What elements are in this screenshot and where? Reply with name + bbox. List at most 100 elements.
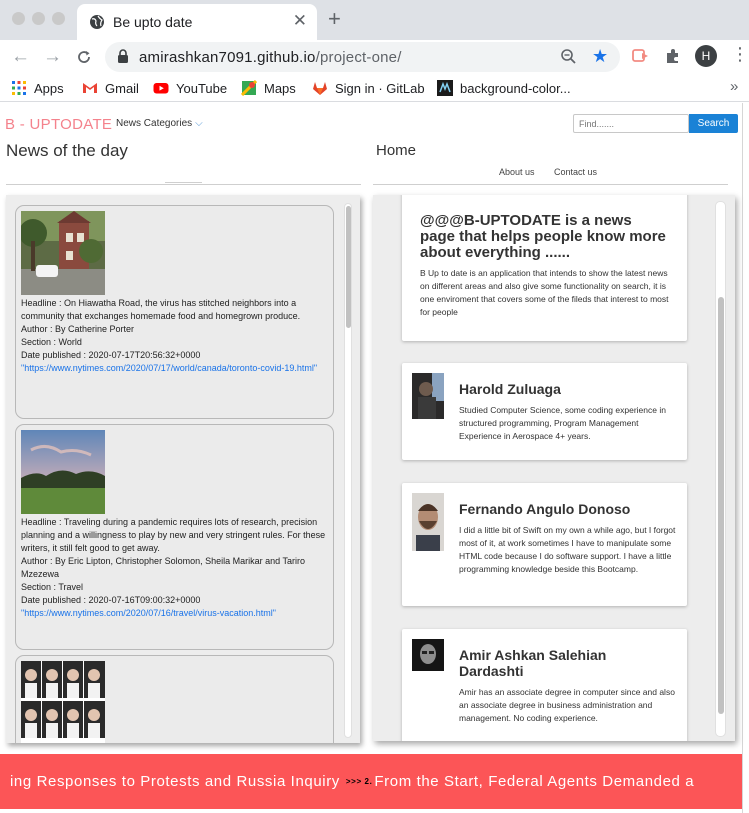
- team-member-name: Harold Zuluaga: [459, 381, 561, 397]
- news-date: Date published : 2020-07-16T09:00:32+000…: [21, 595, 201, 605]
- mdn-icon: [437, 80, 453, 96]
- youtube-icon: [153, 83, 169, 94]
- ticker-headline[interactable]: From the Start, Federal Agents Demanded …: [374, 773, 694, 790]
- tab-close-icon[interactable]: ✕: [293, 11, 307, 31]
- globe-icon: [90, 15, 104, 29]
- team-card: Fernando Angulo Donoso I did a little bi…: [402, 483, 687, 606]
- bookmark-background-color[interactable]: background-color...: [437, 80, 571, 96]
- window-minimize-button[interactable]: [32, 12, 45, 25]
- zoom-out-icon[interactable]: [560, 48, 577, 65]
- divider: [373, 184, 728, 185]
- news-card[interactable]: Headline : Traveling during a pandemic r…: [15, 424, 334, 650]
- url-path: /project-one/: [315, 49, 402, 66]
- brand-logo[interactable]: B - UPTODATE: [5, 116, 112, 133]
- address-bar[interactable]: amirashkan7091.github.io/project-one/ ★: [105, 42, 620, 72]
- forward-icon[interactable]: →: [43, 46, 62, 68]
- back-icon[interactable]: ←: [11, 46, 30, 68]
- contact-us-link[interactable]: Contact us: [554, 167, 597, 177]
- news-section: Section : World: [21, 337, 82, 347]
- bookmark-label: Gmail: [105, 81, 139, 96]
- ticker-text: ing Responses to Protests and Russia Inq…: [10, 773, 694, 790]
- bookmark-apps[interactable]: Apps: [11, 80, 64, 96]
- gmail-icon: [83, 83, 97, 93]
- lock-icon: [118, 49, 128, 63]
- ticker-separator: >>> 2.: [345, 777, 373, 786]
- about-scrollbar[interactable]: [715, 201, 726, 737]
- chevron-down-icon: ⌵: [195, 118, 203, 129]
- url-host: amirashkan7091.github.io: [139, 49, 316, 66]
- news-image-house: [21, 211, 105, 295]
- team-photo-fernando: [412, 493, 444, 551]
- team-member-name: Fernando Angulo Donoso: [459, 501, 631, 517]
- bookmark-star-icon[interactable]: ★: [592, 46, 608, 67]
- news-ticker: ing Responses to Protests and Russia Inq…: [0, 754, 742, 809]
- gitlab-icon: [313, 82, 327, 95]
- bookmark-label: Maps: [264, 81, 296, 96]
- news-image-nuns: [21, 661, 105, 743]
- team-member-bio: Amir has an associate degree in computer…: [459, 687, 675, 723]
- news-categories-label: News Categories: [116, 118, 193, 129]
- bookmark-label: Sign in · GitLab: [335, 81, 425, 96]
- news-card[interactable]: [15, 655, 334, 743]
- news-date: Date published : 2020-07-17T20:56:32+000…: [21, 350, 201, 360]
- scrollbar-thumb[interactable]: [346, 206, 351, 328]
- bookmark-label: Apps: [34, 81, 64, 96]
- bookmarks-bar: Apps Gmail YouTube Maps Sign in · GitLab…: [0, 74, 749, 102]
- news-section-title: News of the day: [6, 141, 128, 160]
- news-author: Author : By Catherine Porter: [21, 324, 135, 334]
- page-border: [742, 103, 743, 813]
- extensions-puzzle-icon[interactable]: [665, 48, 681, 64]
- search-button[interactable]: Search: [689, 114, 738, 133]
- bookmarks-overflow-icon[interactable]: »: [730, 78, 738, 95]
- intro-card: @@@B-UPTODATE is a news page that helps …: [402, 195, 687, 341]
- bookmark-label: YouTube: [176, 81, 228, 96]
- team-card: Harold Zuluaga Studied Computer Science,…: [402, 363, 687, 460]
- new-tab-icon[interactable]: +: [328, 6, 341, 32]
- news-section: Section : Travel: [21, 582, 84, 592]
- news-card[interactable]: Headline : On Hiawatha Road, the virus h…: [15, 205, 334, 419]
- ticker-headline[interactable]: ing Responses to Protests and Russia Inq…: [10, 773, 340, 790]
- intro-body: B Up to date is an application that inte…: [420, 268, 669, 317]
- search-input[interactable]: [573, 114, 689, 133]
- news-categories-dropdown[interactable]: News Categories ⌵: [116, 118, 203, 129]
- team-photo-amir: [412, 639, 444, 671]
- news-headline: Headline : On Hiawatha Road, the virus h…: [21, 298, 301, 321]
- profile-avatar[interactable]: H: [695, 45, 717, 67]
- news-headline: Headline : Traveling during a pandemic r…: [21, 517, 326, 553]
- bookmark-gitlab[interactable]: Sign in · GitLab: [312, 80, 425, 96]
- tab-title: Be upto date: [113, 14, 193, 30]
- browser-tab-strip: Be upto date ✕ +: [0, 0, 749, 40]
- apps-grid-icon: [12, 81, 26, 95]
- bookmark-maps[interactable]: Maps: [241, 80, 296, 96]
- about-us-link[interactable]: About us: [499, 167, 535, 177]
- browser-toolbar: ← → amirashkan7091.github.io/project-one…: [0, 40, 749, 74]
- divider: [6, 184, 361, 185]
- extension-cast-icon[interactable]: [632, 48, 650, 64]
- team-member-name: Amir Ashkan Salehian Dardashti: [459, 647, 607, 679]
- team-member-bio: Studied Computer Science, some coding ex…: [459, 405, 666, 441]
- web-page: B - UPTODATE News Categories⌵ Search New…: [0, 103, 749, 813]
- news-link[interactable]: "https://www.nytimes.com/2020/07/17/worl…: [21, 362, 328, 375]
- news-feed-panel[interactable]: Headline : On Hiawatha Road, the virus h…: [6, 195, 360, 743]
- team-card: Amir Ashkan Salehian Dardashti Amir has …: [402, 629, 687, 741]
- browser-menu-icon[interactable]: ⋮: [731, 44, 749, 65]
- intro-heading: @@@B-UPTODATE is a news page that helps …: [420, 212, 666, 261]
- bookmark-youtube[interactable]: YouTube: [153, 80, 227, 96]
- news-scrollbar[interactable]: [344, 203, 352, 738]
- bookmark-gmail[interactable]: Gmail: [82, 80, 139, 96]
- scrollbar-thumb[interactable]: [718, 297, 724, 714]
- home-section-title: Home: [376, 142, 417, 159]
- divider: [165, 182, 202, 183]
- reload-icon[interactable]: [76, 49, 92, 65]
- window-close-button[interactable]: [12, 12, 25, 25]
- window-maximize-button[interactable]: [52, 12, 65, 25]
- maps-icon: [241, 80, 257, 96]
- about-panel[interactable]: @@@B-UPTODATE is a news page that helps …: [373, 195, 735, 741]
- url-text: amirashkan7091.github.io/project-one/: [139, 49, 402, 66]
- team-photo-harold: [412, 373, 444, 419]
- browser-tab[interactable]: Be upto date ✕: [77, 4, 317, 40]
- news-image-landscape: [21, 430, 105, 514]
- home-nav: About us Contact us: [491, 163, 609, 185]
- news-link[interactable]: "https://www.nytimes.com/2020/07/16/trav…: [21, 607, 328, 620]
- news-author: Author : By Eric Lipton, Christopher Sol…: [21, 556, 305, 579]
